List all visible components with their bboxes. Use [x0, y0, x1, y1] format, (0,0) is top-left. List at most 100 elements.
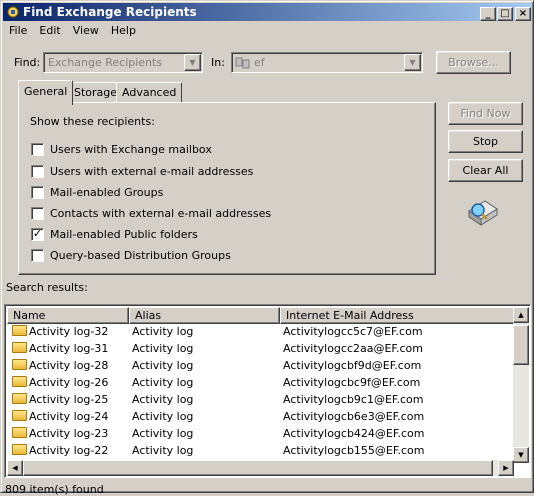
checkbox[interactable] — [31, 206, 44, 220]
alias-cell: Activity log — [132, 427, 194, 440]
name-cell: Activity log-31 — [12, 340, 108, 357]
scroll-left-icon[interactable]: ◀ — [7, 460, 23, 476]
folder-icon — [12, 444, 27, 455]
tab-storage[interactable]: Storage — [68, 82, 124, 103]
search-animation-icon — [468, 200, 498, 226]
name-cell: Activity log-32 — [12, 323, 108, 340]
chevron-down-icon[interactable]: ▼ — [184, 54, 201, 71]
menu-edit[interactable]: Edit — [33, 22, 66, 39]
name-cell: Activity log-23 — [12, 425, 108, 442]
show-recipients-heading: Show these recipients: — [30, 115, 155, 128]
option-mail-enabled-groups[interactable]: Mail-enabled Groups — [31, 184, 163, 200]
email-cell: Activitylogcb9c1@EF.com — [283, 393, 424, 406]
option-users-external-email[interactable]: Users with external e-mail addresses — [31, 163, 253, 179]
menu-help[interactable]: Help — [105, 22, 142, 39]
general-tab-panel: Show these recipients: Users with Exchan… — [18, 102, 436, 275]
alias-cell: Activity log — [132, 342, 194, 355]
list-item[interactable]: Activity log-31 Activity log Activitylog… — [7, 340, 517, 357]
option-label: Mail-enabled Groups — [50, 185, 164, 199]
alias-cell: Activity log — [132, 359, 194, 372]
scroll-up-icon[interactable]: ▲ — [513, 307, 529, 323]
title-bar[interactable]: Find Exchange Recipients _ □ × — [3, 3, 532, 21]
horizontal-scrollbar[interactable]: ◀ ▶ — [7, 460, 514, 476]
scroll-thumb[interactable] — [23, 460, 493, 476]
menu-file[interactable]: File — [3, 22, 33, 39]
find-now-button[interactable]: Find Now — [448, 102, 523, 125]
option-users-exchange-mailbox[interactable]: Users with Exchange mailbox — [31, 141, 212, 157]
scroll-down-icon[interactable]: ▼ — [513, 447, 529, 463]
folder-icon — [12, 427, 27, 438]
email-cell: Activitylogcb424@EF.com — [283, 427, 425, 440]
name-cell: Activity log-24 — [12, 408, 108, 425]
folder-icon — [12, 376, 27, 387]
list-item[interactable]: Activity log-23 Activity log Activitylog… — [7, 425, 517, 442]
domain-icon — [235, 57, 250, 69]
list-item[interactable]: Activity log-22 Activity log Activitylog… — [7, 442, 517, 459]
in-label: In: — [211, 56, 225, 69]
folder-icon — [12, 342, 27, 353]
option-mail-enabled-public-folders[interactable]: ✓ Mail-enabled Public folders — [31, 226, 198, 242]
menu-bar: File Edit View Help — [3, 22, 142, 39]
name-cell: Activity log-22 — [12, 442, 108, 459]
list-item[interactable]: Activity log-32 Activity log Activitylog… — [7, 323, 517, 340]
column-header-email[interactable]: Internet E-Mail Address — [280, 307, 515, 324]
find-type-value: Exchange Recipients — [48, 56, 163, 69]
find-label: Find: — [14, 56, 41, 69]
folder-icon — [12, 325, 27, 336]
email-cell: Activitylogcbf9d@EF.com — [283, 359, 422, 372]
checkbox[interactable] — [31, 142, 44, 156]
in-location-value: ef — [254, 56, 265, 69]
alias-cell: Activity log — [132, 376, 194, 389]
folder-icon — [12, 393, 27, 404]
tab-advanced[interactable]: Advanced — [116, 82, 183, 103]
folder-icon — [12, 410, 27, 421]
list-item[interactable]: Activity log-28 Activity log Activitylog… — [7, 357, 517, 374]
checkbox[interactable] — [31, 185, 44, 199]
folder-icon — [12, 359, 27, 370]
find-exchange-recipients-window: Find Exchange Recipients _ □ × File Edit… — [0, 0, 534, 496]
find-type-select[interactable]: Exchange Recipients ▼ — [43, 52, 203, 73]
option-contacts-external-email[interactable]: Contacts with external e-mail addresses — [31, 205, 271, 221]
option-label: Query-based Distribution Groups — [50, 248, 231, 262]
browse-button[interactable]: Browse... — [436, 51, 511, 74]
alias-cell: Activity log — [132, 444, 194, 457]
email-cell: Activitylogcc5c7@EF.com — [283, 325, 423, 338]
find-icon — [7, 6, 19, 18]
vertical-scrollbar[interactable]: ▲ ▼ — [513, 307, 529, 463]
column-header-name[interactable]: Name — [7, 307, 129, 324]
list-item[interactable]: Activity log-26 Activity log Activitylog… — [7, 374, 517, 391]
scroll-right-icon[interactable]: ▶ — [498, 460, 514, 476]
close-button[interactable]: × — [515, 7, 531, 21]
minimize-button[interactable]: _ — [480, 7, 496, 21]
search-results-label: Search results: — [6, 281, 88, 294]
list-item[interactable]: Activity log-25 Activity log Activitylog… — [7, 391, 517, 408]
status-text: 809 item(s) found — [5, 483, 104, 496]
checkbox[interactable] — [31, 248, 44, 262]
name-cell: Activity log-25 — [12, 391, 108, 408]
alias-cell: Activity log — [132, 325, 194, 338]
alias-cell: Activity log — [132, 410, 194, 423]
name-cell: Activity log-28 — [12, 357, 108, 374]
tab-general[interactable]: General — [18, 80, 74, 105]
stop-button[interactable]: Stop — [448, 130, 523, 153]
option-label: Users with external e-mail addresses — [50, 164, 254, 178]
maximize-button[interactable]: □ — [497, 7, 513, 21]
option-label: Users with Exchange mailbox — [50, 142, 212, 156]
checkbox[interactable] — [31, 164, 44, 178]
checkbox-checked[interactable]: ✓ — [31, 227, 44, 241]
menu-view[interactable]: View — [67, 22, 105, 39]
search-results-list[interactable]: Name Alias Internet E-Mail Address Activ… — [4, 304, 531, 478]
alias-cell: Activity log — [132, 393, 194, 406]
chevron-down-icon[interactable]: ▼ — [404, 54, 421, 71]
email-cell: Activitylogcc2aa@EF.com — [283, 342, 423, 355]
scroll-thumb[interactable] — [513, 325, 529, 365]
window-title: Find Exchange Recipients — [23, 5, 197, 19]
column-header-alias[interactable]: Alias — [129, 307, 280, 324]
list-item[interactable]: Activity log-24 Activity log Activitylog… — [7, 408, 517, 425]
option-label: Contacts with external e-mail addresses — [50, 206, 272, 220]
email-cell: Activitylogcb155@EF.com — [283, 444, 425, 457]
in-location-select[interactable]: ef ▼ — [231, 52, 423, 73]
clear-all-button[interactable]: Clear All — [448, 159, 523, 182]
status-bar: 809 item(s) found — [1, 482, 534, 496]
option-query-based-groups[interactable]: Query-based Distribution Groups — [31, 247, 231, 263]
